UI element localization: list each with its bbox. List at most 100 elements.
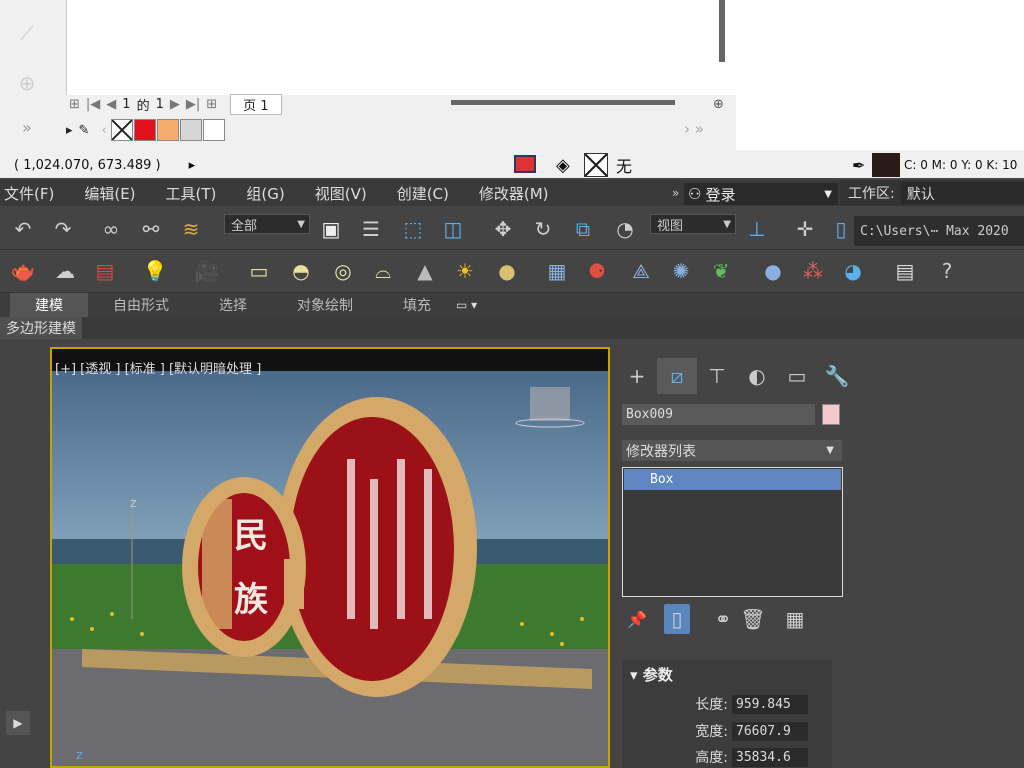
bind-spacewarp-icon[interactable]: ≋ [176, 214, 206, 244]
first-page-icon[interactable]: |◀ [86, 97, 100, 112]
add-page-icon[interactable]: ⊞ [69, 97, 80, 112]
unlink-icon[interactable]: ⚯ [136, 214, 166, 244]
modifier-list-dropdown[interactable]: 修改器列表 ▼ [622, 440, 842, 461]
expand-icon[interactable]: » [12, 112, 42, 142]
no-color-swatch[interactable] [110, 119, 133, 141]
login-dropdown[interactable]: ⚇ 登录 ▼ [684, 183, 838, 205]
scale-icon[interactable]: ⧉ [568, 214, 598, 244]
menu-view[interactable]: 视图(V) [315, 183, 367, 204]
object-name-field[interactable]: Box009 [622, 404, 815, 425]
undo-icon[interactable]: ↶ [8, 214, 38, 244]
disc-icon[interactable]: ◎ [328, 256, 358, 286]
tab-freeform[interactable]: 自由形式 [88, 293, 194, 317]
menu-edit[interactable]: 编辑(E) [84, 183, 135, 204]
light-icon[interactable]: 💡 [140, 256, 170, 286]
rectangular-selection-icon[interactable]: ⬚ [398, 214, 428, 244]
eyedropper-icon[interactable]: ✎ [79, 123, 90, 138]
menu-modifiers[interactable]: 修改器(M) [479, 183, 549, 204]
zoom-icon[interactable]: ⊕ [713, 97, 724, 112]
length-field[interactable]: 959.845 [732, 694, 808, 714]
hierarchy-tab-icon[interactable]: ⊤ [697, 358, 737, 394]
configure-sets-icon[interactable]: ▦ [780, 604, 810, 634]
keyboard-shortcut-icon[interactable]: ▯ [826, 214, 856, 244]
foliage-icon[interactable]: ❦ [706, 256, 736, 286]
placement-icon[interactable]: ◔ [610, 214, 640, 244]
object-color-swatch[interactable] [822, 404, 840, 425]
workspace-selector[interactable]: 工作区: 默认 [840, 180, 1024, 206]
teapot-icon[interactable]: 🫖 [8, 256, 38, 286]
project-path[interactable]: C:\Users\⋯ Max 2020 [854, 216, 1024, 246]
palette-arrow-icon[interactable]: ▸ [66, 123, 73, 138]
next-page-icon[interactable]: ▶ [170, 97, 180, 112]
sphere-light-icon[interactable]: ● [492, 256, 522, 286]
select-object-icon[interactable]: ▣ [316, 214, 346, 244]
fill-icon[interactable] [514, 155, 536, 173]
add-page-after-icon[interactable]: ⊞ [206, 97, 217, 112]
pyramid-icon[interactable]: ⟁ [626, 256, 656, 286]
select-manipulate-icon[interactable]: ✛ [790, 214, 820, 244]
grid-icon[interactable]: ▦ [542, 256, 572, 286]
width-field[interactable]: 76607.9 [732, 721, 808, 741]
tab-modeling[interactable]: 建模 [10, 293, 88, 317]
teapot-shape-icon[interactable]: ⌓ [368, 256, 398, 286]
window-crossing-icon[interactable]: ◫ [438, 214, 468, 244]
tab-object-paint[interactable]: 对象绘制 [272, 293, 378, 317]
sun-icon[interactable]: ☀ [450, 256, 480, 286]
tab-selection[interactable]: 选择 [194, 293, 272, 317]
move-icon[interactable]: ✥ [488, 214, 518, 244]
display-tab-icon[interactable]: ▭ [777, 358, 817, 394]
render-setup-icon[interactable]: ◕ [838, 256, 868, 286]
viewport-label[interactable]: [+] [透视 ] [标准 ] [默认明暗处理 ] [55, 358, 261, 377]
material-editor-icon[interactable]: ⁂ [798, 256, 828, 286]
pin-stack-icon[interactable]: 📌 [622, 604, 652, 634]
vertical-scrollbar[interactable] [719, 0, 725, 62]
line-tool-icon[interactable]: ⟋ [12, 18, 42, 48]
play-icon[interactable]: ▶ [6, 711, 30, 735]
document-canvas[interactable] [66, 0, 736, 95]
outline-color-swatch[interactable] [872, 153, 900, 177]
selection-filter-dropdown[interactable]: 全部 ▼ [224, 214, 310, 234]
render-list-icon[interactable]: ▤ [890, 256, 920, 286]
tab-populate[interactable]: 填充 [378, 293, 456, 317]
render-frame-icon[interactable]: ▤ [90, 256, 120, 286]
palette-right-icon[interactable]: › » [684, 120, 704, 138]
material-sphere-icon[interactable]: ● [758, 256, 788, 286]
motion-tab-icon[interactable]: ◐ [737, 358, 777, 394]
color-swatch-orange[interactable] [156, 119, 179, 141]
modify-tab-icon[interactable]: ⧄ [657, 358, 697, 394]
prev-page-icon[interactable]: ◀ [106, 97, 116, 112]
redo-icon[interactable]: ↷ [48, 214, 78, 244]
menu-overflow-icon[interactable]: » [672, 186, 679, 200]
plane-icon[interactable]: ▭ [244, 256, 274, 286]
hemisphere-icon[interactable]: ◓ [286, 256, 316, 286]
color-swatch-gray[interactable] [179, 119, 202, 141]
fill-bucket-icon[interactable]: ◈ [556, 155, 570, 176]
pen-icon[interactable]: ✒ [852, 156, 865, 175]
pivot-center-icon[interactable]: ⊥ [742, 214, 772, 244]
show-end-result-icon[interactable]: ▯ [664, 604, 690, 634]
select-by-name-icon[interactable]: ☰ [356, 214, 386, 244]
utilities-tab-icon[interactable]: 🔧 [817, 358, 857, 394]
menu-group[interactable]: 组(G) [246, 183, 284, 204]
help-icon[interactable]: ? [932, 256, 962, 286]
menu-create[interactable]: 创建(C) [397, 183, 449, 204]
geosphere-icon[interactable]: ✺ [666, 256, 696, 286]
perspective-viewport[interactable]: 民 族 Z Z [50, 347, 610, 768]
cloud-icon[interactable]: ☁ [50, 256, 80, 286]
palette-left-icon[interactable]: ‹ [101, 123, 106, 138]
no-fill-swatch[interactable] [584, 153, 608, 177]
color-swatch-white[interactable] [202, 119, 225, 141]
camera-icon[interactable]: 🎥 [192, 256, 222, 286]
horizontal-scrollbar[interactable] [451, 100, 675, 105]
reference-coordinate-dropdown[interactable]: 视图 ▼ [650, 214, 736, 234]
menu-file[interactable]: 文件(F) [4, 183, 54, 204]
color-swatch-red[interactable] [133, 119, 156, 141]
stack-item-box[interactable]: Box [624, 469, 841, 490]
cone-icon[interactable]: ▲ [410, 256, 440, 286]
remove-modifier-icon[interactable]: 🗑 [738, 604, 768, 634]
parameters-title[interactable]: ▾ 参数 [630, 664, 673, 685]
height-field[interactable]: 35834.6 [732, 747, 808, 767]
link-icon[interactable]: ∞ [96, 214, 126, 244]
viewcube[interactable] [530, 387, 570, 421]
create-tab-icon[interactable]: + [617, 358, 657, 394]
